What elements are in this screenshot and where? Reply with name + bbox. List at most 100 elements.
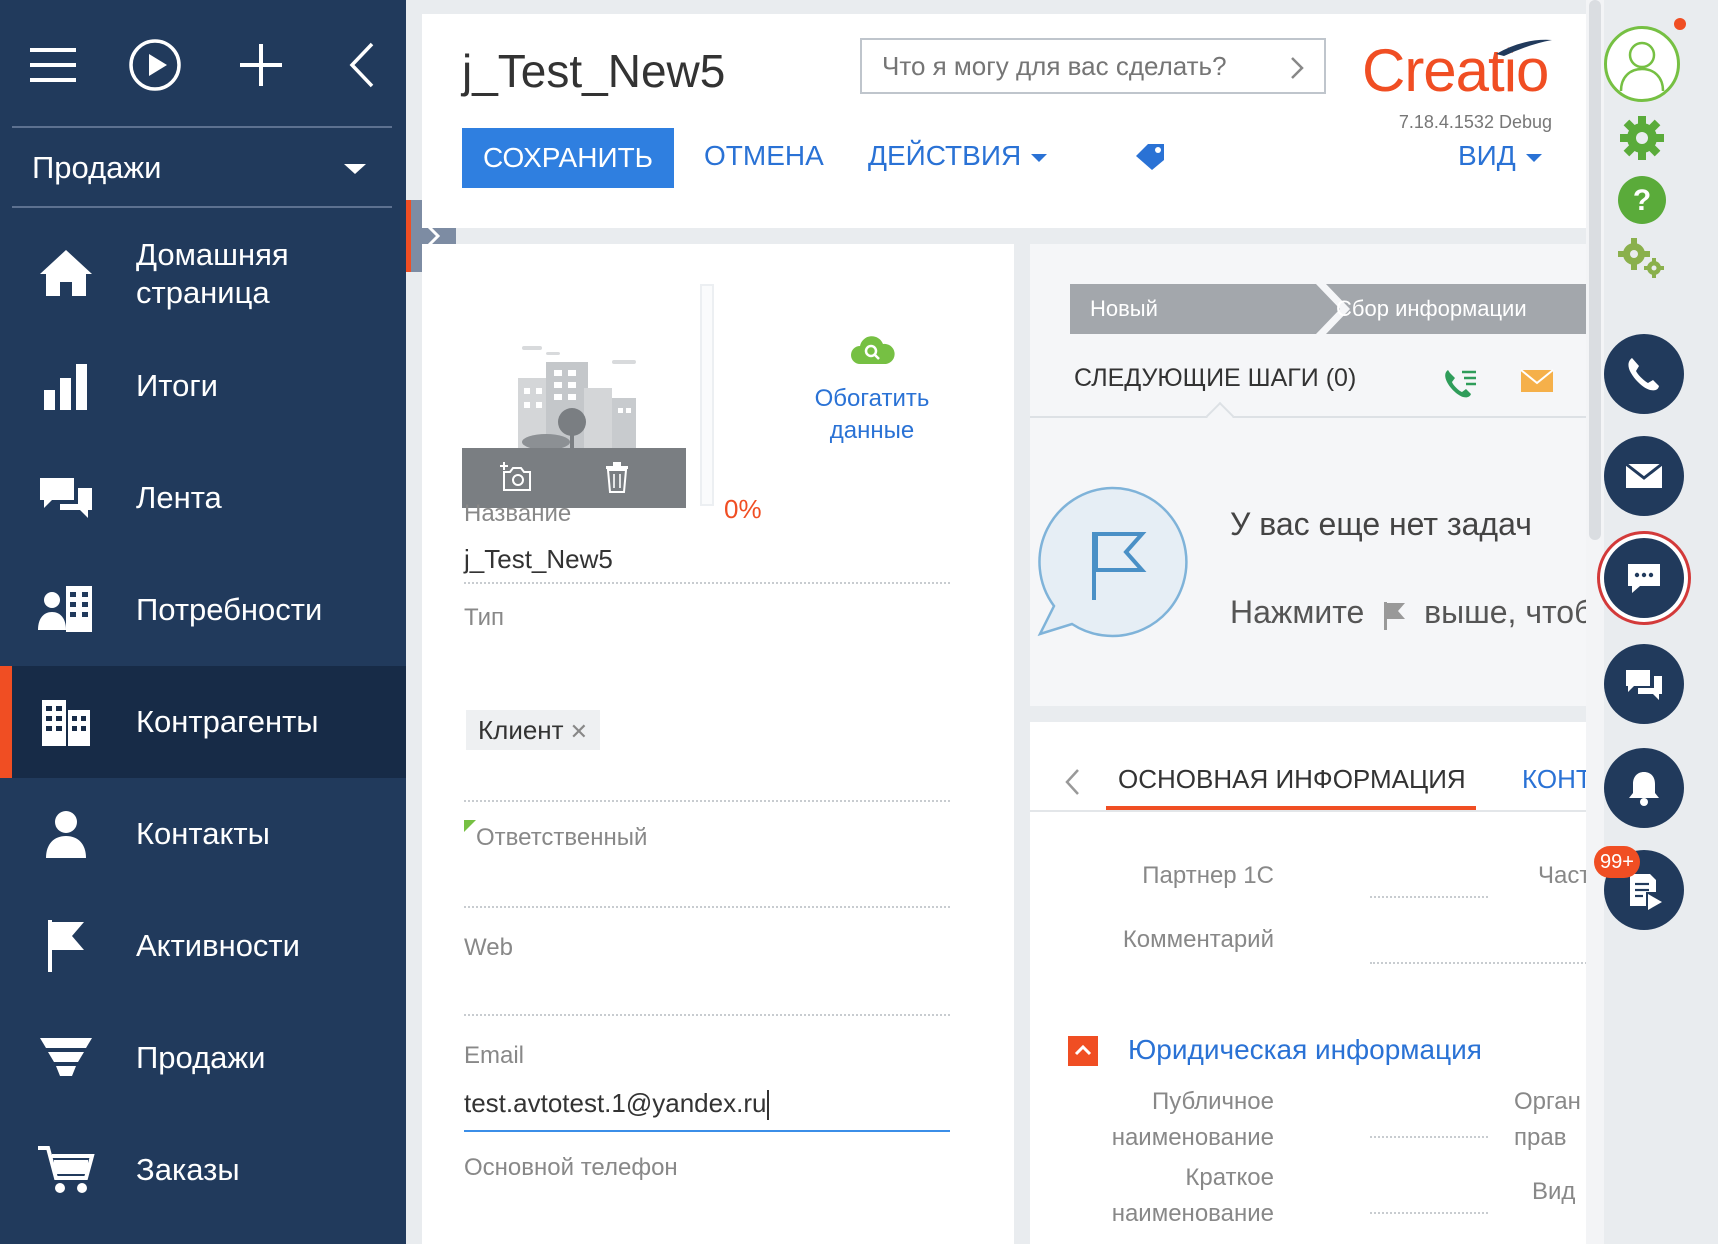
- public-name-label: Публичное наименование: [1111, 1088, 1274, 1151]
- remove-icon[interactable]: ✕: [570, 719, 588, 744]
- tab-contacts[interactable]: КОНТ: [1522, 764, 1586, 795]
- scrollbar-thumb[interactable]: [1589, 0, 1601, 540]
- gears-icon: [1618, 238, 1664, 278]
- notifications-count-badge: 99+: [1594, 846, 1640, 878]
- field-underline-focused: [464, 1130, 950, 1132]
- sidebar-item-accounts[interactable]: Контрагенты: [0, 666, 406, 778]
- name-field[interactable]: j_Test_New5: [464, 544, 613, 575]
- email-field-value: test.avtotest.1@yandex.ru: [464, 1088, 767, 1118]
- system-designer-button[interactable]: [1616, 236, 1668, 285]
- play-process-icon[interactable]: [120, 30, 190, 100]
- sidebar-item-activities[interactable]: Активности: [0, 890, 406, 1002]
- feed-button[interactable]: [1604, 644, 1684, 724]
- web-field[interactable]: [464, 1014, 950, 1016]
- owner-field-label: Ответственный: [476, 824, 648, 851]
- tabs-prev-button[interactable]: [1064, 768, 1080, 801]
- chevron-right-icon[interactable]: [1290, 56, 1304, 80]
- sidebar-item-label: Итоги: [136, 368, 218, 403]
- tag-icon: [1136, 144, 1164, 170]
- owner-field[interactable]: [464, 906, 950, 908]
- enrich-data-button[interactable]: Обогатить данные: [792, 334, 952, 447]
- short-name-label: Краткое наименование: [1111, 1164, 1274, 1227]
- trash-icon: [606, 462, 628, 493]
- enrich-data-label: Обогатить данные: [814, 385, 930, 444]
- collapse-sidebar-icon[interactable]: [328, 30, 398, 100]
- public-name-field[interactable]: [1370, 1136, 1488, 1138]
- sidebar-item-label: Домашняя страница: [136, 237, 289, 310]
- legal-info-section-title[interactable]: Юридическая информация: [1128, 1034, 1482, 1066]
- upload-photo-button[interactable]: [498, 460, 532, 499]
- account-info-card: ОСНОВНАЯ ИНФОРМАЦИЯ КОНТ Партнер 1С Част…: [1030, 722, 1586, 1244]
- view-menu-button[interactable]: ВИД: [1458, 140, 1542, 172]
- account-profile-card: 0% Обогатить данные Название j_Test_New5…: [422, 244, 1014, 1244]
- home-icon: [36, 244, 96, 304]
- sidebar-item-label: Контакты: [136, 816, 270, 851]
- empty-state-hint: Нажмите выше, чтоб: [1230, 594, 1592, 631]
- next-steps-card: Новый Сбор информации СЛЕДУЮЩИЕ ШАГИ (0)…: [1030, 244, 1592, 706]
- add-icon[interactable]: [226, 30, 296, 100]
- sidebar-item-label: Потребности: [136, 592, 323, 627]
- stage-info-gathering[interactable]: Сбор информации: [1316, 284, 1586, 334]
- email-field-label: Email: [464, 1042, 525, 1069]
- search-input[interactable]: [862, 40, 1262, 92]
- menu-icon[interactable]: [18, 30, 88, 100]
- type-field-label: Тип: [464, 604, 505, 631]
- type-chip[interactable]: Клиент ✕: [466, 710, 601, 750]
- cart-icon: [36, 1140, 96, 1200]
- scrollbar[interactable]: [1586, 0, 1604, 1244]
- sidebar-item-needs[interactable]: Потребности: [0, 554, 406, 666]
- save-button[interactable]: СОХРАНИТЬ: [462, 128, 674, 188]
- help-button[interactable]: ?: [1616, 174, 1668, 231]
- creatio-logo: Creatio 7.18.4.1532 Debug: [1362, 36, 1582, 136]
- user-avatar[interactable]: [1604, 26, 1680, 102]
- chat-icon: [1628, 564, 1660, 593]
- envelope-icon: [1625, 462, 1663, 488]
- profile-completeness-value: 0%: [724, 494, 762, 524]
- short-name-field[interactable]: [1370, 1212, 1488, 1214]
- actions-menu-button[interactable]: ДЕЙСТВИЯ: [868, 140, 1048, 172]
- gear-icon: [1620, 116, 1664, 160]
- chevron-down-icon: [1525, 153, 1542, 162]
- flag-bubble-icon: [1037, 486, 1188, 638]
- logo-swoosh-icon: [1496, 39, 1552, 56]
- empty-state-title: У вас еще нет задач: [1230, 506, 1532, 542]
- partner-1c-field[interactable]: [1370, 896, 1488, 898]
- email-button[interactable]: [1604, 436, 1684, 516]
- chevron-up-icon: [1074, 1044, 1092, 1056]
- stage-new[interactable]: Новый: [1070, 284, 1310, 334]
- email-field[interactable]: test.avtotest.1@yandex.ru: [464, 1088, 770, 1121]
- comment-label: Комментарий: [1122, 926, 1274, 953]
- sidebar-item-home[interactable]: Домашняя страница: [0, 218, 406, 330]
- person-icon: [36, 804, 96, 864]
- notifications-button[interactable]: [1604, 748, 1684, 828]
- divider: [1030, 416, 1586, 418]
- tag-button[interactable]: [1134, 142, 1166, 175]
- settings-button[interactable]: [1616, 112, 1668, 169]
- sidebar-item-feed[interactable]: Лента: [0, 442, 406, 554]
- sidebar-item-sales[interactable]: Продажи: [0, 1002, 406, 1114]
- phone-button[interactable]: [1604, 334, 1684, 414]
- comment-field[interactable]: [1370, 962, 1586, 964]
- sidebar-item-label: Активности: [136, 928, 300, 963]
- sidebar-toolbar: [0, 0, 406, 126]
- sidebar-item-results[interactable]: Итоги: [0, 330, 406, 442]
- sidebar-item-contacts[interactable]: Контакты: [0, 778, 406, 890]
- type-chip-value: Клиент: [478, 715, 564, 745]
- delete-photo-button[interactable]: [604, 460, 630, 499]
- add-email-button[interactable]: [1520, 366, 1554, 399]
- email-icon: [1520, 369, 1554, 392]
- cancel-button[interactable]: ОТМЕНА: [704, 140, 824, 172]
- sidebar-item-orders[interactable]: Заказы: [0, 1114, 406, 1226]
- add-call-button[interactable]: [1442, 366, 1478, 405]
- funnel-icon: [36, 1028, 96, 1088]
- section-selector[interactable]: Продажи: [0, 128, 406, 206]
- divider: [12, 206, 392, 208]
- buildings-icon: [36, 692, 96, 752]
- chevron-left-icon: [1065, 769, 1079, 795]
- chat-button[interactable]: [1604, 538, 1684, 618]
- command-search[interactable]: [860, 38, 1326, 94]
- actions-label: ДЕЙСТВИЯ: [868, 140, 1022, 171]
- tab-main-info[interactable]: ОСНОВНАЯ ИНФОРМАЦИЯ: [1118, 764, 1466, 795]
- bar-chart-icon: [36, 356, 96, 416]
- collapse-section-button[interactable]: [1068, 1036, 1098, 1066]
